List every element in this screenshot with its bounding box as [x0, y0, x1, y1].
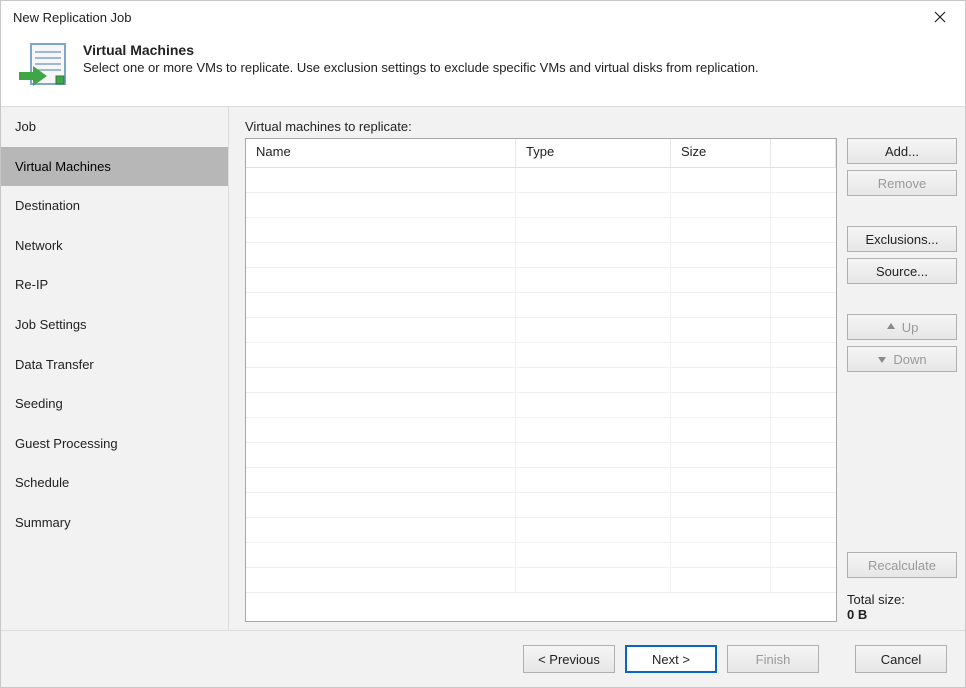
table-row [246, 518, 836, 543]
step-job-settings[interactable]: Job Settings [1, 305, 228, 345]
table-row [246, 493, 836, 518]
col-header-type[interactable]: Type [516, 139, 671, 167]
up-button[interactable]: Up [847, 314, 957, 340]
step-guest-processing[interactable]: Guest Processing [1, 424, 228, 464]
vm-list-label: Virtual machines to replicate: [245, 119, 957, 134]
down-button[interactable]: Down [847, 346, 957, 372]
total-size-value: 0 B [847, 607, 957, 622]
col-header-spacer [771, 139, 836, 167]
table-row [246, 168, 836, 193]
button-label: Add... [885, 144, 919, 159]
vm-table-row: Name Type Size [245, 138, 957, 622]
table-row [246, 543, 836, 568]
step-label: Summary [15, 515, 71, 530]
step-summary[interactable]: Summary [1, 503, 228, 543]
total-size-label: Total size: [847, 592, 957, 607]
window-title: New Replication Job [13, 10, 925, 25]
col-header-name[interactable]: Name [246, 139, 516, 167]
step-label: Schedule [15, 475, 69, 490]
button-label: Up [902, 320, 919, 335]
vm-grid-body [246, 168, 836, 621]
page-description: Select one or more VMs to replicate. Use… [83, 60, 759, 75]
exclusions-button[interactable]: Exclusions... [847, 226, 957, 252]
table-row [246, 268, 836, 293]
step-label: Job Settings [15, 317, 87, 332]
step-label: Re-IP [15, 277, 48, 292]
table-row [246, 243, 836, 268]
step-data-transfer[interactable]: Data Transfer [1, 345, 228, 385]
button-label: < Previous [538, 652, 600, 667]
step-virtual-machines[interactable]: Virtual Machines [1, 147, 228, 187]
vm-side-buttons: Add... Remove Exclusions... Source... Up [847, 138, 957, 622]
button-label: Recalculate [868, 558, 936, 573]
arrow-up-icon [886, 322, 896, 332]
page-title: Virtual Machines [83, 42, 759, 58]
step-schedule[interactable]: Schedule [1, 463, 228, 503]
table-row [246, 343, 836, 368]
remove-button[interactable]: Remove [847, 170, 957, 196]
step-label: Data Transfer [15, 357, 94, 372]
table-row [246, 418, 836, 443]
vm-grid[interactable]: Name Type Size [245, 138, 837, 622]
step-label: Seeding [15, 396, 63, 411]
wizard-footer: < Previous Next > Finish Cancel [1, 630, 965, 687]
titlebar: New Replication Job [1, 1, 965, 34]
source-button[interactable]: Source... [847, 258, 957, 284]
cancel-button[interactable]: Cancel [855, 645, 947, 673]
wizard-steps: Job Virtual Machines Destination Network… [1, 107, 229, 630]
close-button[interactable] [925, 3, 955, 31]
vm-grid-header: Name Type Size [246, 139, 836, 168]
step-destination[interactable]: Destination [1, 186, 228, 226]
step-network[interactable]: Network [1, 226, 228, 266]
close-icon [934, 11, 946, 23]
dialog-window: New Replication Job Virtual Machines Sel… [0, 0, 966, 688]
table-row [246, 218, 836, 243]
finish-button[interactable]: Finish [727, 645, 819, 673]
main-panel: Virtual machines to replicate: Name Type… [229, 107, 965, 630]
total-size: Total size: 0 B [847, 592, 957, 622]
add-button[interactable]: Add... [847, 138, 957, 164]
vm-page-icon [17, 40, 69, 92]
step-seeding[interactable]: Seeding [1, 384, 228, 424]
step-label: Guest Processing [15, 436, 118, 451]
header-texts: Virtual Machines Select one or more VMs … [83, 40, 759, 75]
button-label: Down [893, 352, 926, 367]
table-row [246, 568, 836, 593]
previous-button[interactable]: < Previous [523, 645, 615, 673]
table-row [246, 368, 836, 393]
table-row [246, 468, 836, 493]
step-label: Virtual Machines [15, 159, 111, 174]
button-label: Source... [876, 264, 928, 279]
table-row [246, 293, 836, 318]
wizard-header: Virtual Machines Select one or more VMs … [1, 34, 965, 107]
table-row [246, 193, 836, 218]
step-label: Job [15, 119, 36, 134]
table-row [246, 393, 836, 418]
button-label: Next > [652, 652, 690, 667]
step-job[interactable]: Job [1, 107, 228, 147]
recalculate-button[interactable]: Recalculate [847, 552, 957, 578]
step-label: Network [15, 238, 63, 253]
button-label: Remove [878, 176, 926, 191]
col-header-size[interactable]: Size [671, 139, 771, 167]
button-label: Cancel [881, 652, 921, 667]
table-row [246, 318, 836, 343]
button-label: Exclusions... [866, 232, 939, 247]
step-re-ip[interactable]: Re-IP [1, 265, 228, 305]
next-button[interactable]: Next > [625, 645, 717, 673]
wizard-body: Job Virtual Machines Destination Network… [1, 107, 965, 630]
table-row [246, 443, 836, 468]
arrow-down-icon [877, 354, 887, 364]
step-label: Destination [15, 198, 80, 213]
button-label: Finish [756, 652, 791, 667]
